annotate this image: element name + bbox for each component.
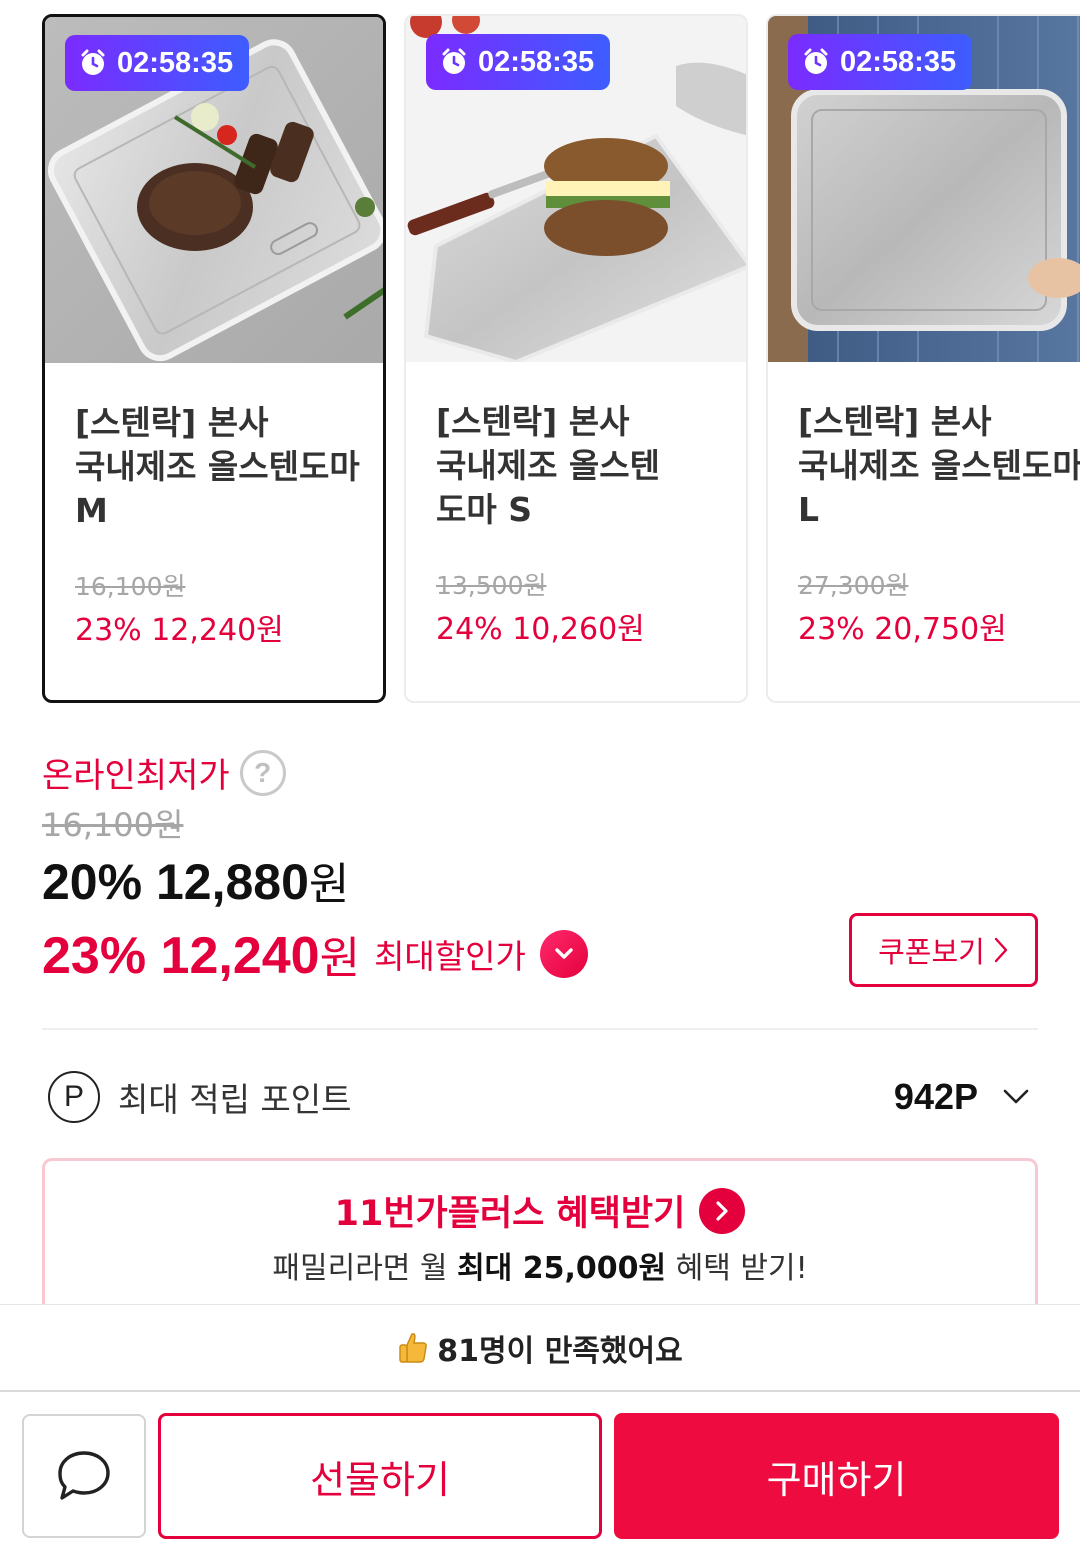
product-card-l[interactable]: 02:58:35 [스텐락] 본사 국내제조 올스텐도마 L 27,300원 2… (766, 14, 1080, 703)
divider (42, 1028, 1038, 1030)
thumbs-up-icon (399, 1332, 428, 1363)
alarm-clock-icon (81, 49, 105, 75)
view-coupon-label: 쿠폰보기 (878, 935, 985, 969)
plus-benefit-title-row: 11번가플러스 혜택받기 (45, 1185, 1035, 1236)
plus-benefit-banner[interactable]: 11번가플러스 혜택받기 패밀리라면 월 최대 25,000원 혜택 받기! (42, 1158, 1038, 1318)
original-price: 27,300원 (798, 571, 909, 600)
max-discount-value: 12,240 (160, 927, 320, 985)
discount-price: 20% 12,880원 (42, 848, 349, 912)
product-card-m[interactable]: 02:58:35 [스텐락] 본사 국내제조 올스텐도마 M 16,100원 2… (42, 14, 386, 703)
timer-badge: 02:58:35 (788, 34, 973, 90)
alarm-clock-icon (442, 48, 466, 74)
max-points-value: 942P (893, 1076, 978, 1117)
point-icon: P (48, 1071, 100, 1123)
product-title[interactable]: [스텐락] 본사 국내제조 올스텐도마 L (798, 400, 1080, 532)
max-points-row[interactable]: P 최대 적립 포인트 942P (42, 1068, 1038, 1126)
max-points-label: 최대 적립 포인트 (118, 1080, 352, 1119)
chat-button[interactable] (22, 1414, 146, 1538)
max-discount-rate: 23% (42, 927, 147, 985)
product-title[interactable]: [스텐락] 본사 국내제조 올스텐도마 M (75, 401, 365, 533)
chevron-right-icon (994, 937, 1008, 963)
lowest-price-label: 온라인최저가 (42, 756, 230, 796)
view-coupon-button[interactable]: 쿠폰보기 (849, 913, 1038, 987)
original-price: 13,500원 (436, 571, 547, 600)
max-discount-price-row: 23% 12,240원 최대할인가 (42, 922, 588, 986)
won-unit: 원 (319, 933, 361, 984)
max-discount-price: 23% 12,240원 (42, 922, 360, 986)
satisfaction-text: 81명이 만족했어요 (437, 1333, 683, 1369)
discount-rate: 20% (42, 854, 143, 910)
discount-value: 12,880 (155, 854, 309, 910)
bottom-action-bar: 선물하기 구매하기 (0, 1390, 1080, 1558)
plus-sub-bold: 최대 25,000원 (457, 1251, 667, 1286)
timer-text: 02:58:35 (840, 45, 957, 78)
chevron-down-icon[interactable] (1002, 1088, 1030, 1106)
original-price: 16,100원 (42, 806, 184, 844)
timer-badge: 02:58:35 (426, 34, 611, 90)
satisfaction-bar: 81명이 만족했어요 (0, 1304, 1080, 1390)
max-discount-label: 최대할인가 (374, 937, 526, 976)
timer-badge: 02:58:35 (65, 35, 250, 91)
chat-bubble-icon (58, 1451, 110, 1500)
sale-price: 24% 10,260원 (436, 612, 645, 647)
plus-sub-pre: 패밀리라면 월 (272, 1251, 448, 1286)
timer-text: 02:58:35 (478, 45, 595, 78)
product-title[interactable]: [스텐락] 본사 국내제조 올스텐 도마 S (436, 400, 726, 532)
plus-sub-post: 혜택 받기! (675, 1251, 808, 1286)
sale-price: 23% 12,240원 (75, 613, 284, 648)
gift-button[interactable]: 선물하기 (158, 1413, 602, 1539)
plus-benefit-title: 11번가플러스 혜택받기 (334, 1194, 686, 1234)
product-card-s[interactable]: 02:58:35 [스텐락] 본사 국내제조 올스텐 도마 S 13,500원 … (404, 14, 748, 703)
chevron-down-badge-icon[interactable] (539, 930, 588, 978)
won-unit: 원 (308, 859, 350, 910)
alarm-clock-icon (804, 48, 828, 74)
question-icon[interactable]: ? (239, 749, 286, 796)
chevron-right-circle-icon[interactable] (699, 1187, 746, 1234)
buy-button[interactable]: 구매하기 (614, 1413, 1059, 1539)
timer-text: 02:58:35 (117, 46, 234, 79)
lowest-price-label-row: 온라인최저가 ? (42, 748, 286, 797)
plus-benefit-subtitle: 패밀리라면 월 최대 25,000원 혜택 받기! (45, 1243, 1035, 1287)
original-price: 16,100원 (75, 572, 186, 601)
product-carousel[interactable]: 02:58:35 [스텐락] 본사 국내제조 올스텐도마 M 16,100원 2… (0, 0, 1080, 712)
sale-price: 23% 20,750원 (798, 612, 1007, 647)
